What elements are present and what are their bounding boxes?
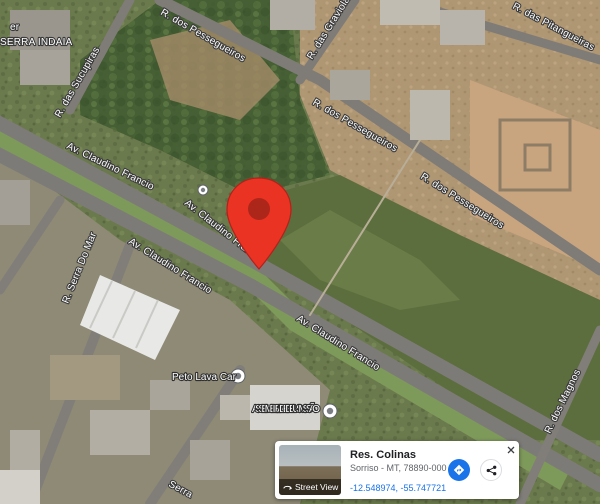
place-info-card[interactable]: Street View Res. Colinas Sorriso - MT, 7… (275, 441, 519, 499)
satellite-map[interactable]: Av. Claudino Francio Av. Claudino Franci… (0, 0, 600, 504)
place-address: Sorriso - MT, 78890-000 (350, 463, 447, 473)
directions-button[interactable] (448, 459, 470, 481)
share-button[interactable] (480, 459, 502, 481)
directions-icon (453, 464, 465, 476)
place-title: Res. Colinas (350, 449, 417, 461)
street-label-top-left-fragment: er (10, 22, 20, 33)
street-label-serra-indaia: SERRA INDAIA (0, 37, 73, 48)
close-icon (507, 446, 514, 453)
share-icon (486, 465, 496, 475)
poi-lava-car[interactable]: Peto Lava Car (171, 368, 246, 384)
poi-small-marker[interactable] (197, 184, 209, 196)
close-button[interactable] (505, 444, 516, 455)
street-view-label: Street View (295, 482, 339, 492)
location-pin-icon[interactable] (225, 176, 293, 271)
place-coordinates[interactable]: -12.548974, -55.747721 (350, 483, 446, 493)
street-view-thumbnail[interactable]: Street View (279, 445, 341, 495)
street-view-icon (283, 485, 292, 490)
street-view-bar[interactable]: Street View (279, 479, 341, 495)
poi-label-lava-car: Peto Lava Car (172, 372, 237, 383)
poi-label-assembleia: ASSEMBLEIA DE DEUS MISSÃO (252, 402, 320, 415)
